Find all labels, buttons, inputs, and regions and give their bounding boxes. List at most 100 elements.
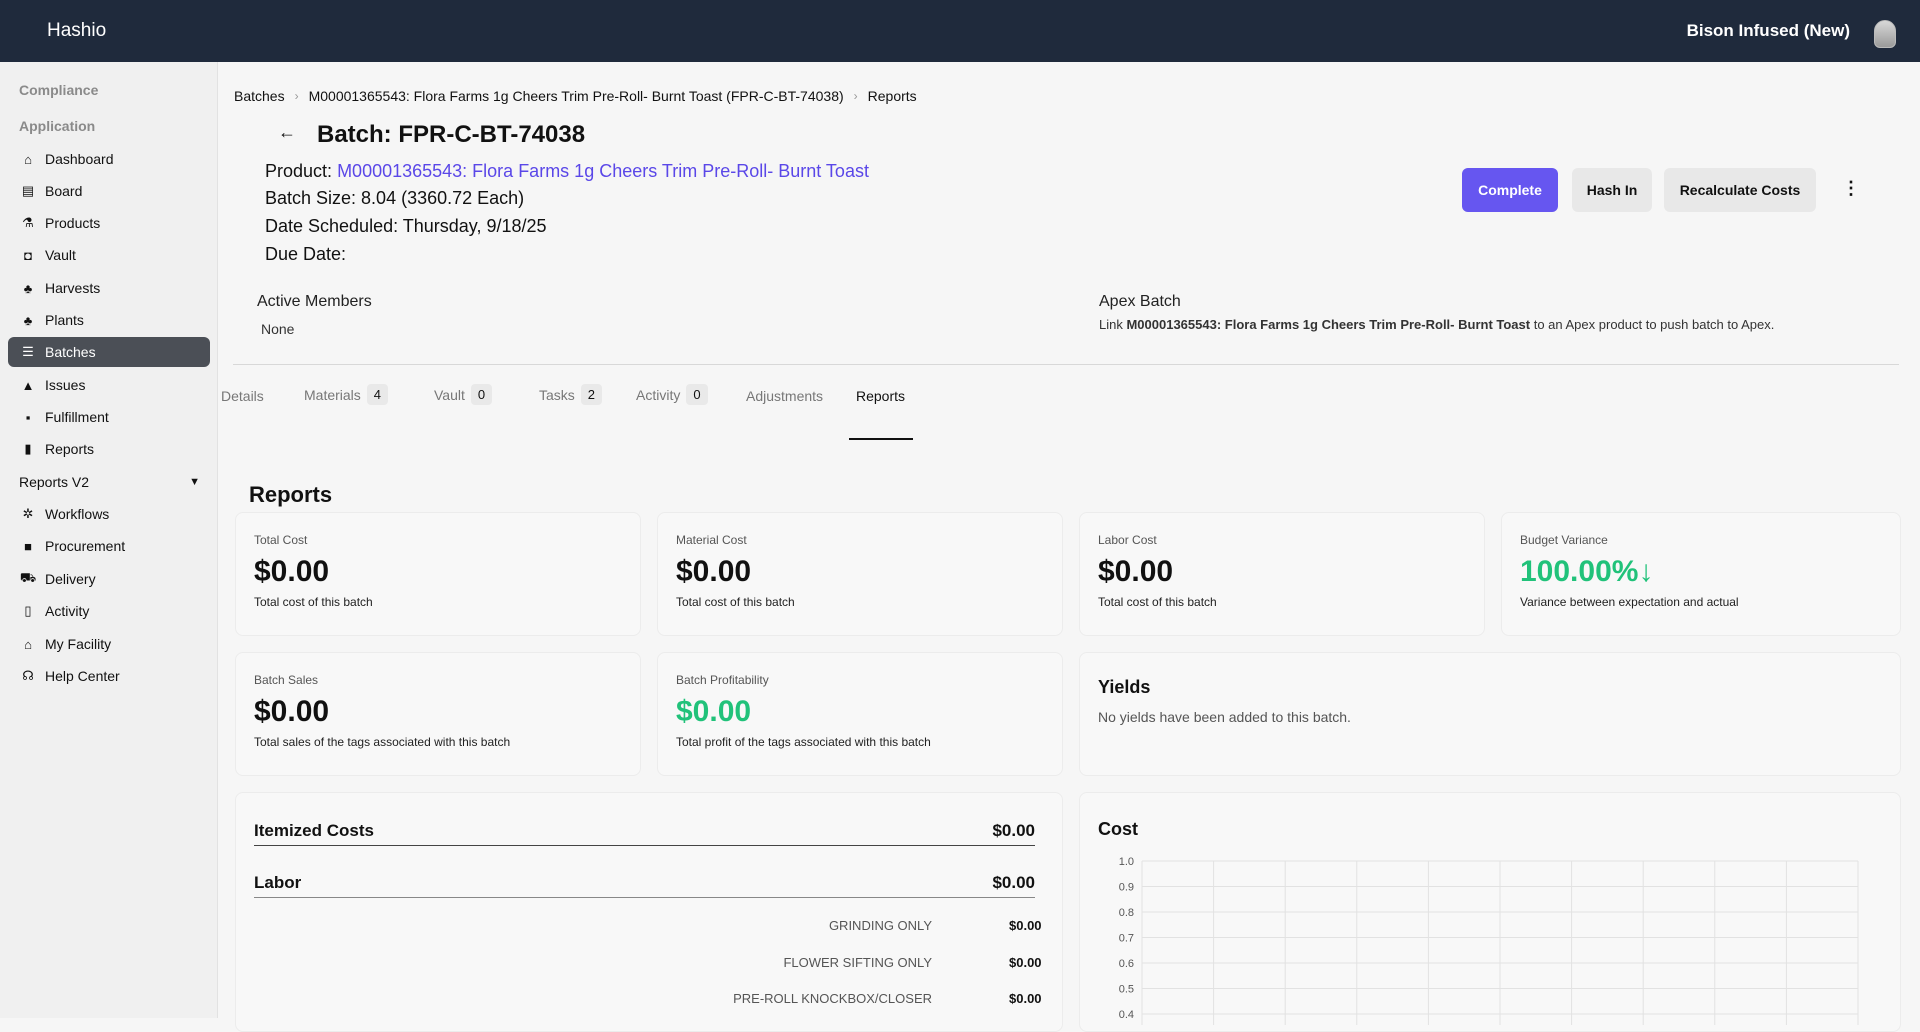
yields-empty-text: No yields have been added to this batch. <box>1098 709 1351 725</box>
card-description: Total profit of the tags associated with… <box>676 735 931 749</box>
yields-card: Yields No yields have been added to this… <box>1079 652 1901 776</box>
sidebar-item-label: Activity <box>45 603 90 619</box>
apex-text-prefix: Link <box>1099 317 1127 332</box>
app-brand[interactable]: Hashio <box>47 20 106 42</box>
apex-product-name: M00001365543: Flora Farms 1g Cheers Trim… <box>1126 317 1531 332</box>
sidebar-item-help-center[interactable]: ☊ Help Center <box>8 661 210 691</box>
tab-vault[interactable]: Vault 0 <box>434 384 493 405</box>
organization-name[interactable]: Bison Infused (New) <box>1687 21 1850 41</box>
breadcrumb-batches[interactable]: Batches <box>234 88 285 104</box>
board-icon: ▤ <box>21 183 35 198</box>
bag-icon: ■ <box>24 538 32 554</box>
card-value: $0.00 <box>676 695 752 728</box>
top-bar: Hashio Bison Infused (New) <box>0 0 1920 62</box>
sidebar-item-label: Dashboard <box>45 151 114 167</box>
chart-y-tick-label: 0.7 <box>1119 933 1134 945</box>
complete-button[interactable]: Complete <box>1462 168 1558 212</box>
tab-details[interactable]: Details <box>221 388 264 404</box>
total-cost-card: Total Cost $0.00 Total cost of this batc… <box>235 512 641 636</box>
material-cost-card: Material Cost $0.00 Total cost of this b… <box>657 512 1063 636</box>
user-avatar[interactable] <box>1874 20 1896 48</box>
chart-y-tick-label: 0.5 <box>1119 984 1134 996</box>
back-arrow-icon[interactable]: ← <box>278 122 296 143</box>
itemized-costs-total: $0.00 <box>992 821 1035 840</box>
tab-label: Reports <box>856 388 906 404</box>
sidebar-item-label: Reports V2 <box>19 474 90 490</box>
sidebar-item-vault[interactable]: ◘ Vault <box>8 240 210 270</box>
flask-icon: ⚗ <box>22 215 34 230</box>
cost-line-value: $0.00 <box>1009 991 1042 1006</box>
itemized-costs-header: Itemized Costs $0.00 <box>254 821 1035 841</box>
card-value: $0.00 <box>1098 555 1174 588</box>
card-description: Total sales of the tags associated with … <box>254 735 511 749</box>
sidebar-item-my-facility[interactable]: ⌂ My Facility <box>8 629 210 659</box>
bar-chart-icon: ▮ <box>24 441 32 456</box>
sidebar-item-plants[interactable]: ♣ Plants <box>8 305 210 335</box>
sidebar-item-issues[interactable]: ▲ Issues <box>8 370 210 400</box>
product-link[interactable]: M00001365543: Flora Farms 1g Cheers Trim… <box>337 161 869 181</box>
reports-heading: Reports <box>249 482 333 507</box>
tab-count: 0 <box>686 384 708 405</box>
card-description: Total cost of this batch <box>254 595 373 609</box>
clipboard-icon: ▯ <box>24 603 32 618</box>
tab-tasks[interactable]: Tasks 2 <box>539 384 603 405</box>
tab-count: 4 <box>366 384 389 405</box>
date-scheduled: Date Scheduled: Thursday, 9/18/25 <box>265 216 547 236</box>
tab-label: Adjustments <box>746 388 824 404</box>
sidebar-item-board[interactable]: ▤ Board <box>8 176 210 206</box>
warning-icon: ▲ <box>21 377 35 393</box>
hash-in-button[interactable]: Hash In <box>1572 168 1652 212</box>
recalculate-costs-button[interactable]: Recalculate Costs <box>1664 168 1816 212</box>
card-label: Batch Sales <box>254 673 319 687</box>
vault-icon: ◘ <box>24 247 32 263</box>
card-value: $0.00 <box>254 695 330 728</box>
sidebar-section-compliance[interactable]: Compliance <box>19 82 98 98</box>
tab-adjustments[interactable]: Adjustments <box>746 388 823 404</box>
labor-divider <box>254 897 1035 898</box>
apex-text-suffix: to an Apex product to push batch to Apex… <box>1530 317 1775 332</box>
sidebar-item-activity[interactable]: ▯ Activity <box>8 596 210 626</box>
sidebar-item-reports[interactable]: ▮ Reports <box>8 434 210 464</box>
breadcrumb-reports[interactable]: Reports <box>868 88 917 104</box>
home-icon: ⌂ <box>24 151 32 167</box>
card-label: Labor Cost <box>1098 533 1157 547</box>
sidebar-item-label: Help Center <box>45 668 120 684</box>
workflow-icon: ✲ <box>22 506 34 521</box>
sidebar-item-label: Harvests <box>45 280 101 296</box>
card-value: $0.00 <box>254 555 330 588</box>
card-value: 100.00%↓ <box>1520 555 1653 589</box>
card-description: Total cost of this batch <box>1098 595 1217 609</box>
chart-y-tick-label: 0.8 <box>1119 907 1134 919</box>
tab-materials[interactable]: Materials 4 <box>304 384 389 405</box>
sidebar-item-reports-v2[interactable]: Reports V2 ▼ <box>8 467 210 497</box>
page-title: Batch: FPR-C-BT-74038 <box>317 121 586 148</box>
sidebar-item-dashboard[interactable]: ⌂ Dashboard <box>8 144 210 174</box>
card-label: Batch Profitability <box>676 673 769 687</box>
tab-label: Details <box>221 388 264 404</box>
sidebar-item-workflows[interactable]: ✲ Workflows <box>8 499 210 529</box>
headset-icon: ☊ <box>22 668 34 683</box>
truck-icon: ⛟ <box>19 570 37 585</box>
sidebar-item-procurement[interactable]: ■ Procurement <box>8 531 210 561</box>
sidebar-item-delivery[interactable]: ⛟ Delivery <box>8 564 210 594</box>
chevron-down-icon: ▼ <box>189 476 200 488</box>
tab-reports[interactable]: Reports <box>856 388 905 404</box>
sidebar-section-application[interactable]: Application <box>19 118 95 134</box>
breadcrumb-batch[interactable]: M00001365543: Flora Farms 1g Cheers Trim… <box>309 88 844 104</box>
card-value: $0.00 <box>676 555 752 588</box>
product-line: Product: M00001365543: Flora Farms 1g Ch… <box>265 161 869 182</box>
sidebar-item-label: Delivery <box>45 571 96 587</box>
sidebar-item-fulfillment[interactable]: ▪ Fulfillment <box>8 402 210 432</box>
itemized-divider <box>254 845 1035 846</box>
sidebar-item-products[interactable]: ⚗ Products <box>8 208 210 238</box>
card-label: Total Cost <box>254 533 308 547</box>
sprout-icon: ♣ <box>23 280 33 296</box>
tab-activity[interactable]: Activity 0 <box>636 384 708 405</box>
sidebar-item-label: Board <box>45 183 83 199</box>
sidebar-item-harvests[interactable]: ♣ Harvests <box>8 273 210 303</box>
itemized-costs-title: Itemized Costs <box>254 821 374 840</box>
sidebar-item-batches[interactable]: ☰ Batches <box>8 337 210 367</box>
more-options-icon[interactable]: ⋮ <box>1842 178 1860 199</box>
plant-icon: ♣ <box>23 312 33 328</box>
tab-label: Materials <box>304 386 361 403</box>
